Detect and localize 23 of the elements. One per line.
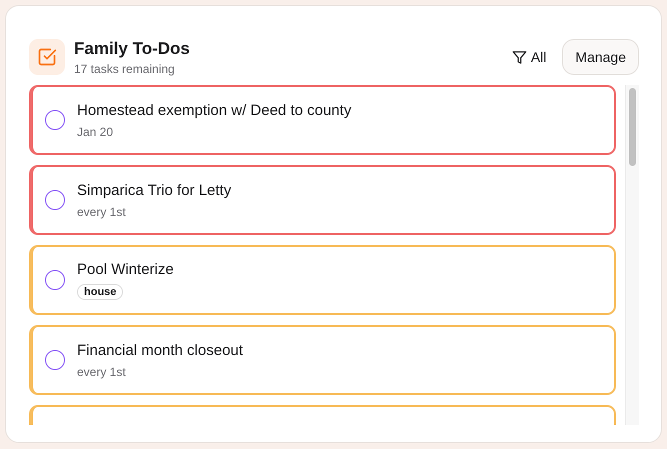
task-checkbox[interactable] (45, 110, 65, 130)
list-title: Family To-Dos (74, 38, 191, 58)
task-card[interactable]: Homestead exemption w/ Deed to county Jan 20 (29, 85, 616, 155)
tasks-remaining: 17 tasks remaining (74, 62, 176, 76)
task-tag: house (77, 284, 124, 300)
task-due: every 1st (77, 204, 127, 218)
task-checkbox[interactable] (45, 270, 65, 290)
task-title: Simparica Trio for Letty (77, 182, 232, 198)
manage-button[interactable]: Manage (562, 39, 639, 75)
scrollbar[interactable] (625, 85, 639, 425)
task-title: Financial month closeout (77, 342, 243, 358)
task-title: Homestead exemption w/ Deed to county (77, 102, 352, 118)
task-title: Pool Winterize (77, 260, 174, 278)
filter-button[interactable]: All (508, 45, 550, 69)
task-due: Jan 20 (77, 124, 114, 138)
filter-icon (512, 50, 527, 64)
task-checkbox[interactable] (45, 350, 65, 370)
task-card[interactable]: Pool Winterize house (29, 245, 616, 315)
checkbox-icon (29, 39, 65, 75)
task-card[interactable]: Financial month closeout every 1st (29, 325, 616, 395)
task-card[interactable]: Simparica Trio for Letty every 1st (29, 165, 616, 235)
task-due: every 1st (77, 364, 127, 378)
task-checkbox[interactable] (45, 190, 65, 210)
